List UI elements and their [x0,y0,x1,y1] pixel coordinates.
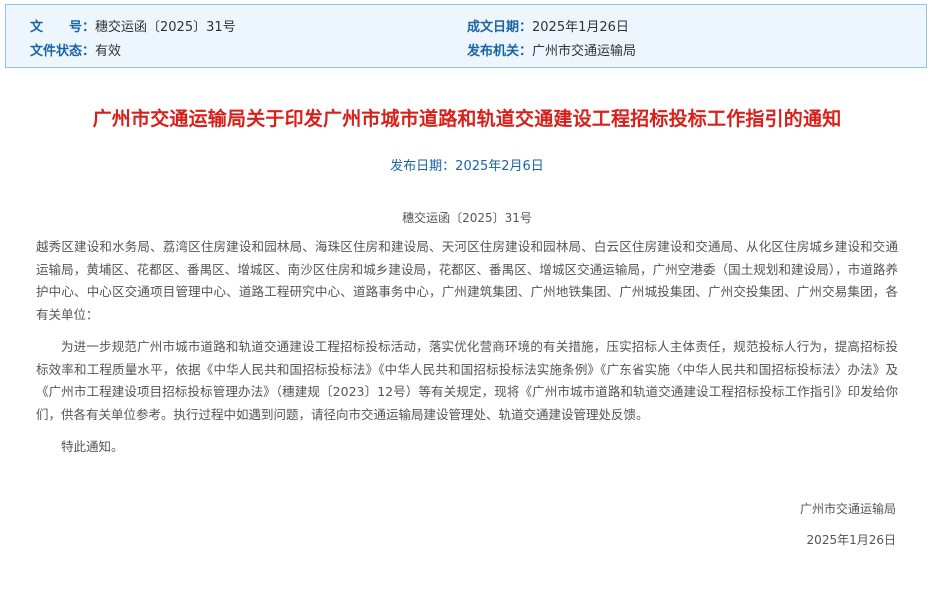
status-value: 有效 [95,43,122,59]
status-label: 文件状态： [30,43,96,59]
written-date-label: 成文日期： [467,19,533,35]
issuer-label: 发布机关： [467,43,533,59]
status-row: 文件状态： 有效 [30,39,121,59]
issuer-row: 发布机关： 广州市交通运输局 [467,39,636,59]
publish-date: 发布日期：2025年2月6日 [390,159,544,174]
document-number: 穗交运函〔2025〕31号 [402,211,532,225]
sign-date: 2025年1月26日 [806,533,896,547]
doc-number-value: 穗交运函〔2025〕31号 [95,19,236,35]
signature: 广州市交通运输局 [799,502,896,516]
doc-number-label: 文 号： [30,19,96,35]
written-date-value: 2025年1月26日 [532,19,629,35]
written-date-row: 成文日期： 2025年1月26日 [467,15,629,35]
doc-number-row: 文 号： 穗交运函〔2025〕31号 [30,15,236,35]
issuer-value: 广州市交通运输局 [532,43,637,59]
recipients-paragraph: 越秀区建设和水务局、荔湾区住房建设和园林局、海珠区住房和建设局、天河区住房建设和… [36,239,898,322]
closing-paragraph: 特此通知。 [61,439,124,454]
document-meta-box: 文 号： 穗交运函〔2025〕31号 成文日期： 2025年1月26日 文件状态… [5,4,927,68]
article-title: 广州市交通运输局关于印发广州市城市道路和轨道交通建设工程招标投标工作指引的通知 [92,108,842,130]
body-paragraph: 为进一步规范广州市城市道路和轨道交通建设工程招标投标活动，落实优化营商环境的有关… [36,339,898,422]
